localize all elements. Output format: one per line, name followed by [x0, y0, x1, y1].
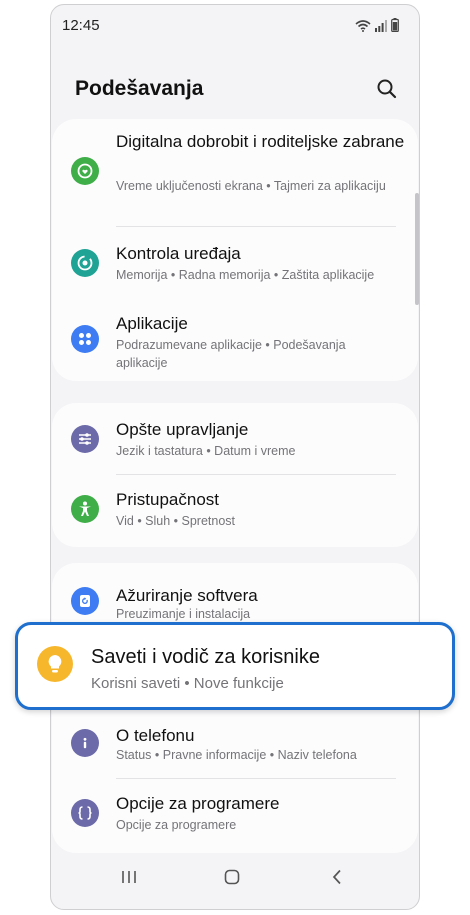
back-button[interactable]	[331, 869, 343, 890]
navigation-bar	[51, 849, 419, 909]
menu-item-general-management[interactable]: Opšte upravljanje Jezik i tastatura • Da…	[52, 403, 418, 473]
menu-item-title: Kontrola uređaja	[116, 244, 241, 263]
menu-item-title: Opcije za programere	[116, 794, 280, 813]
settings-group-2: Opšte upravljanje Jezik i tastatura • Da…	[52, 403, 418, 547]
menu-item-subtitle: Vreme uključenosti ekrana • Tajmeri za a…	[116, 179, 386, 193]
status-bar: 12:45	[51, 5, 419, 45]
menu-item-subtitle: Jezik i tastatura • Datum i vreme	[116, 444, 296, 458]
search-icon	[377, 79, 397, 99]
software-update-icon	[71, 587, 99, 615]
menu-item-title: Opšte upravljanje	[116, 420, 249, 439]
menu-item-title: Digitalna dobrobit i roditeljske zabrane	[116, 132, 405, 151]
menu-item-title: Ažuriranje softvera	[116, 586, 258, 605]
developer-options-icon	[71, 799, 99, 827]
menu-item-apps[interactable]: Aplikacije Podrazumevane aplikacije • Po…	[52, 299, 418, 381]
menu-item-developer-options[interactable]: Opcije za programere Opcije za programer…	[52, 779, 418, 851]
accessibility-icon	[71, 495, 99, 523]
menu-item-title: Saveti i vodič za korisnike	[91, 646, 320, 668]
menu-item-title: Aplikacije	[116, 314, 188, 333]
menu-item-subtitle: Memorija • Radna memorija • Zaštita apli…	[116, 268, 375, 282]
lightbulb-icon	[37, 646, 73, 682]
recents-button[interactable]	[121, 869, 137, 890]
phone-screen: 12:45 Podešavanja Digitalna dobrobit i r…	[50, 4, 420, 910]
apps-icon	[71, 325, 99, 353]
menu-item-subtitle: Vid • Sluh • Spretnost	[116, 514, 236, 528]
menu-item-subtitle: Preuzimanje i instalacija	[116, 607, 251, 621]
menu-item-digital-wellbeing[interactable]: Digitalna dobrobit i roditeljske zabrane…	[52, 119, 418, 225]
menu-item-tips-and-user-guide[interactable]: Saveti i vodič za korisnike Korisni save…	[15, 622, 455, 710]
device-care-icon	[71, 249, 99, 277]
menu-item-about-phone[interactable]: O telefonu Status • Pravne informacije •…	[52, 711, 418, 779]
page-title: Podešavanja	[75, 77, 204, 100]
menu-item-subtitle: Korisni saveti • Nove funkcije	[91, 675, 284, 692]
info-icon	[71, 729, 99, 757]
signal-icon	[375, 20, 387, 32]
menu-item-subtitle: Podrazumevane aplikacije • Podešavanja a…	[116, 338, 346, 370]
digital-wellbeing-icon	[71, 157, 99, 185]
menu-item-subtitle: Opcije za programere	[116, 818, 237, 832]
menu-item-title: O telefonu	[116, 726, 195, 745]
home-icon	[224, 869, 240, 885]
menu-item-device-care[interactable]: Kontrola uređaja Memorija • Radna memori…	[52, 227, 418, 297]
battery-icon	[391, 18, 399, 32]
wifi-icon	[355, 20, 371, 32]
search-button[interactable]	[375, 77, 399, 101]
menu-item-title: Pristupačnost	[116, 490, 219, 509]
settings-group-1: Digitalna dobrobit i roditeljske zabrane…	[52, 119, 418, 381]
status-time: 12:45	[62, 17, 100, 34]
menu-item-accessibility[interactable]: Pristupačnost Vid • Sluh • Spretnost	[52, 475, 418, 547]
back-icon	[332, 869, 341, 885]
menu-item-subtitle: Status • Pravne informacije • Naziv tele…	[116, 748, 357, 762]
home-button[interactable]	[224, 869, 240, 890]
recents-icon	[122, 871, 136, 883]
scrollbar[interactable]	[415, 193, 419, 305]
general-management-icon	[71, 425, 99, 453]
status-icons	[355, 18, 399, 32]
